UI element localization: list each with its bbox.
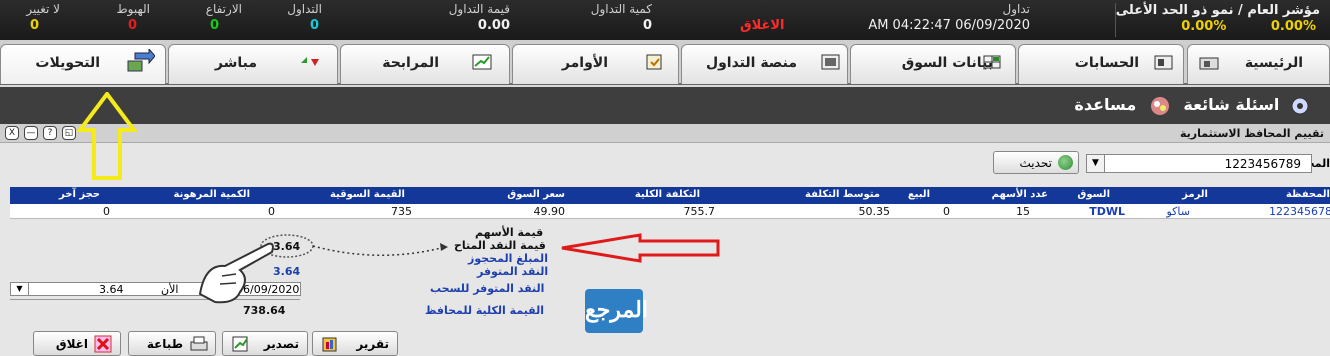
portfolio-select[interactable]: 1223456789 (1104, 154, 1312, 173)
export-icon (231, 335, 249, 353)
tab-accounts[interactable]: الحسابات (1018, 44, 1184, 84)
close-button[interactable]: اغلاق (33, 331, 121, 356)
tab-murabaha[interactable]: المرابحة (340, 44, 510, 84)
accounts-icon (1153, 53, 1175, 71)
main-tab-bar: الرئيسية الحسابات بيانات السوق منصة التد… (0, 40, 1330, 85)
index-values: 0.00% 0.00% (1181, 19, 1316, 34)
help-bar: اسئلة شائعة مساعدة (0, 87, 1330, 124)
ticker-no-change: لا تغيير 0 (26, 2, 60, 33)
help-links: اسئلة شائعة مساعدة (1074, 95, 1315, 116)
cell-portfolio[interactable]: 122345678 (1269, 205, 1330, 218)
col-market[interactable]: السوق (1077, 189, 1110, 200)
help-icon (1291, 95, 1309, 115)
tab-live[interactable]: مباشر (168, 44, 338, 84)
cell-avg-cost: 50.35 (858, 205, 891, 218)
faq-link[interactable]: اسئلة شائعة (1183, 95, 1279, 114)
ticker-rise: الارتفاع 0 (205, 2, 242, 33)
session-datetime: AM 04:22:47 06/09/2020 (868, 18, 1030, 33)
murabaha-icon (471, 53, 493, 71)
cell-shares: 15 (1016, 205, 1030, 218)
market-data-icon (981, 53, 1003, 71)
refresh-icon (1058, 155, 1073, 170)
transfers-icon (125, 47, 156, 75)
col-sell[interactable]: البيع (908, 189, 930, 200)
ticker-trade-value: قيمة التداول 0.00 (448, 2, 510, 33)
tab-trading-platform[interactable]: منصة التداول (681, 44, 848, 84)
chevron-down-icon[interactable]: ▼ (1086, 154, 1105, 173)
help-link[interactable]: مساعدة (1074, 95, 1136, 114)
tab-transfers[interactable]: التحويلات (0, 44, 166, 84)
col-symbol[interactable]: الرمز (1182, 189, 1208, 200)
export-button[interactable]: تصدير (222, 331, 308, 356)
print-button[interactable]: طباعة (128, 331, 216, 356)
session-status: الاغلاق (740, 18, 785, 33)
portfolio-valuation-window: X — ? ◱ تقييم المحافظ الاستثمارية المحفظ… (0, 92, 1330, 356)
home-icon (1198, 53, 1220, 71)
cell-sell: 0 (943, 205, 950, 218)
market-ticker: لا تغيير 0 الهبوط 0 الارتفاع 0 التداول 0… (0, 0, 1330, 40)
index-title[interactable]: مؤشر العام / نمو ذو الحد الأعلى (1116, 3, 1320, 18)
report-icon (321, 335, 339, 353)
report-button[interactable]: تقرير (312, 331, 398, 356)
ticker-decline: الهبوط 0 (116, 2, 150, 33)
orders-icon (644, 53, 666, 71)
ticker-session: تداول الاغلاق AM 04:22:47 06/09/2020 (740, 2, 1030, 33)
close-icon (94, 335, 112, 353)
up-arrow-highlight (76, 92, 138, 180)
col-shares[interactable]: عدد الأسهم (992, 189, 1048, 200)
trading-platform-icon (820, 53, 842, 71)
live-icon (299, 53, 321, 71)
ticker-trade-qty: كمية التداول 0 (590, 2, 652, 33)
tab-market-data[interactable]: بيانات السوق (850, 44, 1016, 84)
refresh-button[interactable]: تحديث (993, 151, 1079, 174)
pointer-hand-icon (198, 242, 274, 304)
col-avg-cost[interactable]: متوسط التكلفة (805, 189, 880, 200)
tab-home[interactable]: الرئيسية (1187, 44, 1330, 84)
tab-orders[interactable]: الأوامر (512, 44, 679, 84)
ticker-trades: التداول 0 (287, 2, 322, 33)
col-portfolio[interactable]: المحفظة (1286, 189, 1330, 200)
cell-symbol[interactable]: ساكو (1167, 205, 1191, 218)
cell-market: TDWL (1089, 205, 1125, 218)
window-title: تقييم المحافظ الاستثمارية (1179, 127, 1324, 140)
printer-icon (189, 335, 208, 353)
faq-icon (1148, 95, 1172, 116)
watermark-logo: المرجع (585, 289, 648, 333)
